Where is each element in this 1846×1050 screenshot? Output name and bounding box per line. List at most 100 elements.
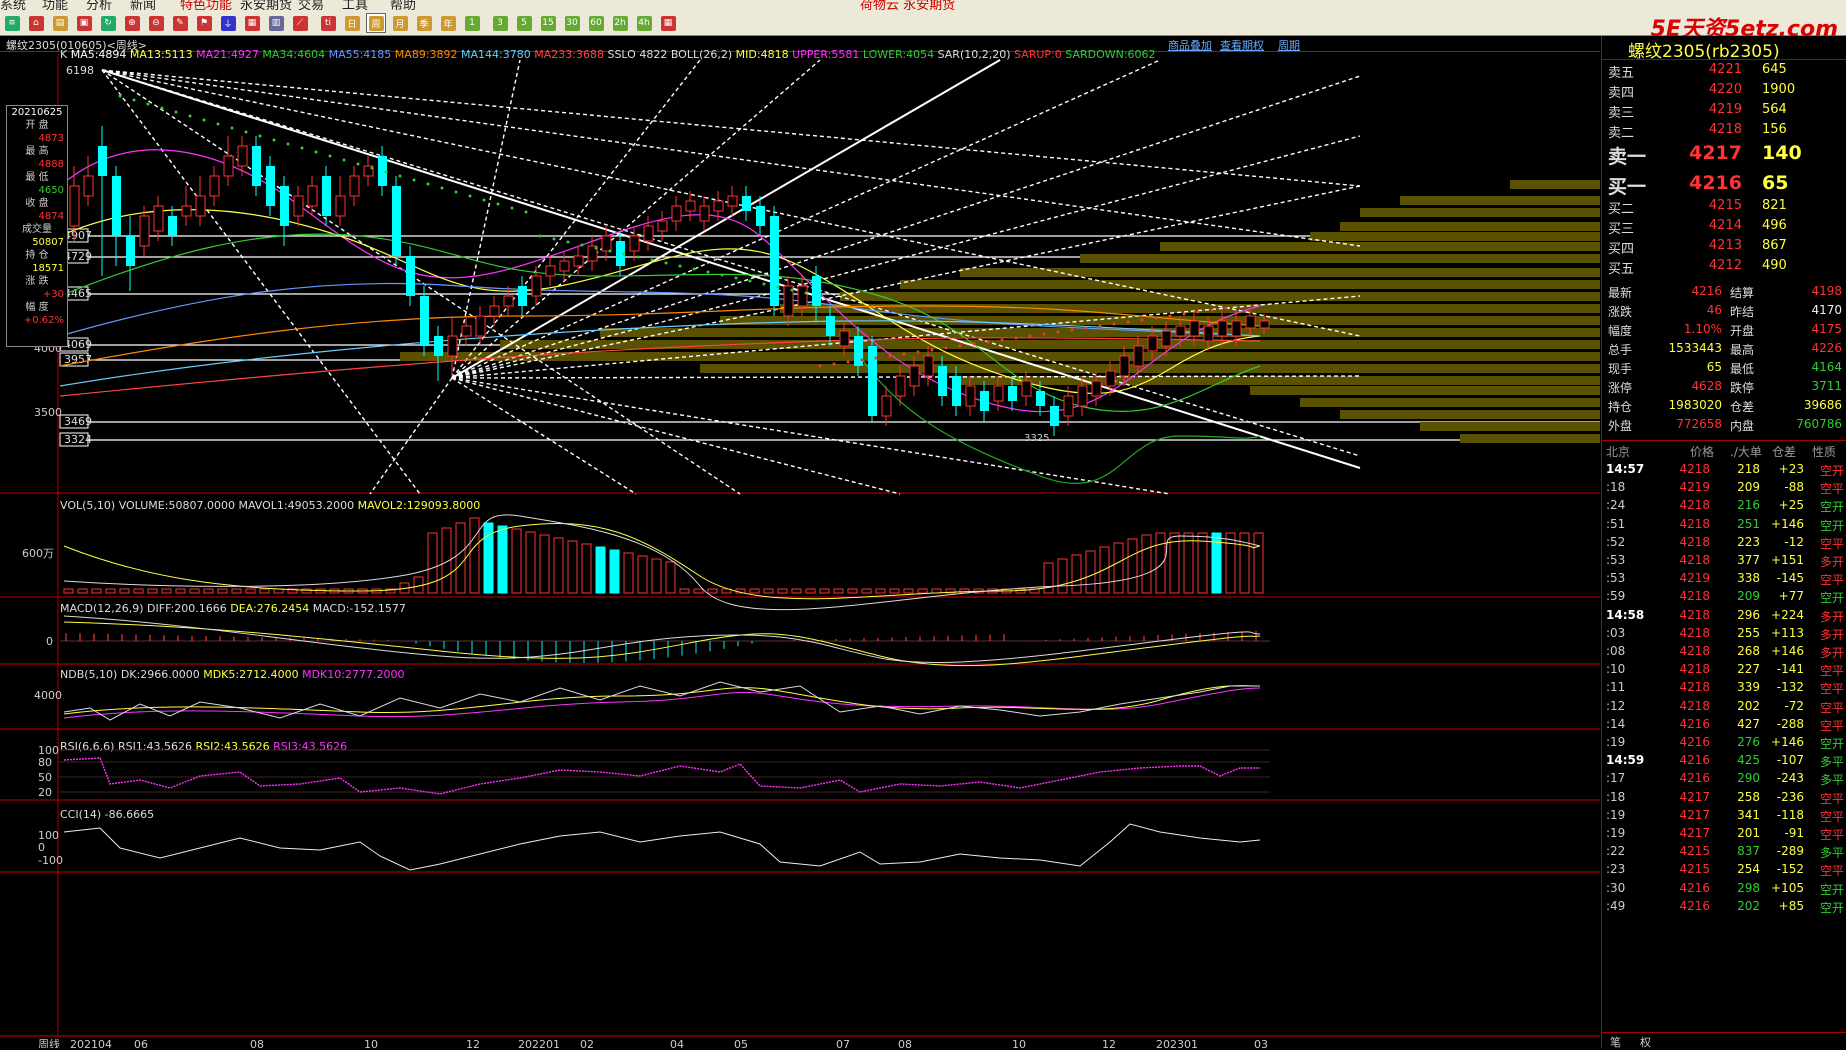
- quote-key: 持仓: [1608, 400, 1633, 414]
- candle-body: [489, 305, 500, 317]
- period-4h-icon[interactable]: 4h: [634, 13, 654, 33]
- main-legend-item: SSLO 4822: [604, 48, 667, 61]
- volume-bar: [133, 588, 144, 594]
- sar-dot: [286, 142, 290, 146]
- price-axis-label: 3500: [34, 406, 62, 419]
- sar-dot: [790, 288, 794, 292]
- fan-line: [101, 69, 741, 495]
- quote-row-2: 幅度 1.10% 开盘 4175: [1602, 322, 1846, 342]
- sar-dot: [1070, 328, 1074, 332]
- sar-dot: [1224, 306, 1228, 310]
- trade-time: :12: [1606, 698, 1626, 713]
- menu-item-6[interactable]: 交易: [298, 0, 324, 10]
- candle-body: [993, 385, 1004, 402]
- period-5-icon[interactable]: 5: [514, 13, 534, 33]
- period-3-icon[interactable]: 3: [490, 13, 510, 33]
- candle-body: [895, 375, 906, 397]
- candle-body: [854, 336, 863, 366]
- candle-body: [98, 146, 107, 176]
- ask-row-4: 卖四 4220 1900: [1602, 82, 1846, 102]
- menu-item-3[interactable]: 新闻: [130, 0, 156, 10]
- zoom-in-icon[interactable]: ⊕: [122, 13, 142, 33]
- line-chart-icon[interactable]: ⟋: [290, 13, 310, 33]
- period-30-icon[interactable]: 30: [562, 13, 582, 33]
- volume-bar: [175, 588, 186, 594]
- trade-time: :11: [1606, 680, 1626, 695]
- x-axis-label: 06: [134, 1038, 148, 1048]
- draw-icon[interactable]: ✎: [170, 13, 190, 33]
- quote-key: 结算: [1730, 286, 1755, 300]
- quote-row-1: 涨跌 46 昨结 4170: [1602, 303, 1846, 323]
- sar-dot: [1140, 318, 1144, 322]
- ask-label: 卖一: [1608, 146, 1647, 168]
- trade-price: 4217: [1679, 789, 1710, 804]
- rsi-legend-item: RSI(6,6,6): [60, 740, 114, 753]
- menu-item-5[interactable]: 永安期货: [240, 0, 292, 10]
- calc-icon[interactable]: ▦: [658, 13, 678, 33]
- kline-chart-area[interactable]: 螺纹2305(010605)<周线> 商品叠加 查看期权 周期 6198 4907…: [0, 36, 1600, 1048]
- sar-dot: [398, 174, 402, 178]
- trade-oi-delta: +23: [1778, 462, 1804, 476]
- main-legend-item: MA34:4604: [259, 48, 325, 61]
- trade-nature: 空平: [1819, 573, 1844, 588]
- info-value-1: 4888: [38, 159, 64, 170]
- table-icon[interactable]: ▥: [266, 13, 286, 33]
- rsi-line: [63, 757, 1260, 795]
- trade-price: 4217: [1679, 826, 1710, 840]
- candle-body: [392, 186, 401, 256]
- home-icon[interactable]: ⌂: [26, 13, 46, 33]
- candle-body: [1008, 386, 1017, 401]
- year-icon[interactable]: 年: [438, 13, 458, 33]
- sar-dot: [314, 150, 318, 154]
- zoom-out-icon[interactable]: ⊖: [146, 13, 166, 33]
- trade-qty: 255: [1737, 625, 1760, 640]
- menu-item-1[interactable]: 功能: [42, 0, 68, 10]
- trade-price: 4218: [1679, 534, 1710, 549]
- quote-row-4: 现手 65 最低 4164: [1602, 360, 1846, 380]
- volume-bar: [1155, 532, 1166, 594]
- sar-dot: [846, 360, 850, 364]
- menu-item-7[interactable]: 工具: [342, 0, 368, 10]
- sar-dot: [566, 240, 570, 244]
- period-15-icon[interactable]: 15: [538, 13, 558, 33]
- folder-icon[interactable]: ▤: [50, 13, 70, 33]
- menu-icon[interactable]: ≡: [2, 13, 22, 33]
- trade-nature: 空开: [1819, 464, 1844, 478]
- month-icon[interactable]: 月: [390, 13, 410, 33]
- vol-legend: VOL(5,10) VOLUME:50807.0000 MAVOL1:49053…: [60, 499, 480, 512]
- volume-bar: [105, 588, 116, 594]
- sar-dot: [636, 255, 640, 259]
- trade-oi-delta: +224: [1771, 607, 1804, 622]
- volume-bar: [1183, 532, 1194, 594]
- trade-nature: 空平: [1819, 791, 1844, 806]
- day-icon[interactable]: 日: [342, 13, 362, 33]
- volume-bar: [63, 588, 74, 594]
- volume-profile-bar: [1400, 196, 1600, 205]
- volume-bar: [917, 588, 928, 594]
- candle-body: [573, 255, 584, 267]
- filter-icon[interactable]: ⏚: [218, 13, 238, 33]
- menu-item-2[interactable]: 分析: [86, 0, 112, 10]
- sar-dot: [510, 206, 514, 210]
- week-icon[interactable]: 周: [366, 13, 386, 33]
- brush-icon[interactable]: ⚑: [194, 13, 214, 33]
- trade-oi-delta: +85: [1778, 898, 1804, 913]
- mdk10-line: [63, 687, 1261, 719]
- season-icon[interactable]: 季: [414, 13, 434, 33]
- trade-oi-delta: -132: [1776, 680, 1804, 695]
- refresh-icon[interactable]: ↻: [98, 13, 118, 33]
- period-60-icon[interactable]: 60: [586, 13, 606, 33]
- volume-bar: [833, 588, 844, 594]
- sar-dot: [902, 352, 906, 356]
- chart-icon[interactable]: ▦: [242, 13, 262, 33]
- menu-item-8[interactable]: 帮助: [390, 0, 416, 10]
- menu-item-0[interactable]: 系统: [0, 0, 26, 10]
- period-1-icon[interactable]: 1: [462, 13, 482, 33]
- tick-icon[interactable]: ti: [318, 13, 338, 33]
- save-icon[interactable]: ▣: [74, 13, 94, 33]
- sar-dot: [440, 186, 444, 190]
- info-value-0: 4873: [38, 133, 64, 144]
- menu-item-4[interactable]: 特色功能: [180, 0, 232, 10]
- volume-profile-bar: [1160, 242, 1600, 251]
- period-2h-icon[interactable]: 2h: [610, 13, 630, 33]
